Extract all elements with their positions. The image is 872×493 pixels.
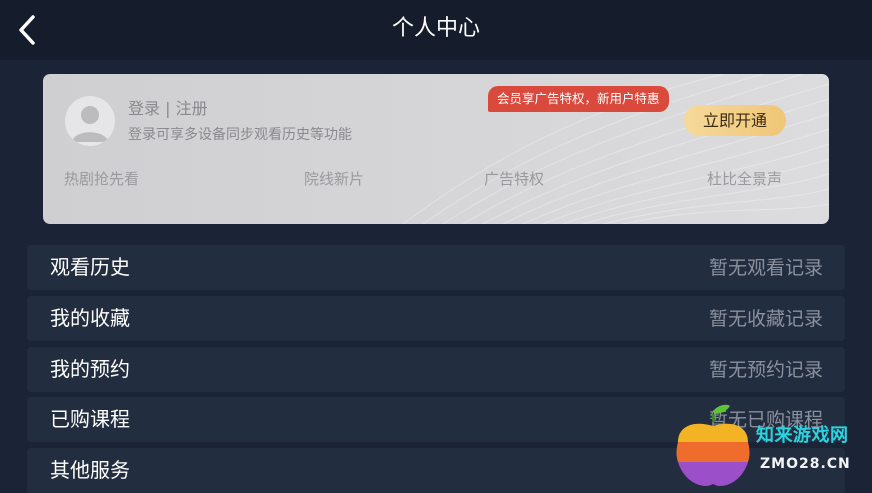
avatar[interactable] — [65, 96, 115, 146]
menu-item-label: 其他服务 — [50, 458, 130, 482]
vip-card[interactable]: 登录 | 注册 登录可享多设备同步观看历史等功能 会员享广告特权，新用户特惠 立… — [43, 74, 829, 224]
promo-badge: 会员享广告特权，新用户特惠 — [488, 86, 669, 112]
menu-item-reservations[interactable]: 我的预约 暂无预约记录 — [27, 347, 845, 392]
menu-item-label: 观看历史 — [50, 255, 130, 279]
login-description: 登录可享多设备同步观看历史等功能 — [128, 127, 352, 143]
site-watermark: 知来游戏网 ZMO28.CN — [670, 402, 872, 490]
menu-item-status: 暂无观看记录 — [708, 257, 823, 279]
user-silhouette-icon — [72, 106, 108, 142]
login-register-link[interactable]: 登录 | 注册 — [128, 98, 208, 120]
menu-item-label: 我的收藏 — [50, 306, 130, 330]
perk-item: 广告特权 — [484, 170, 545, 188]
card-background-pattern — [402, 74, 829, 224]
top-bar: 个人中心 — [0, 0, 872, 60]
menu-item-status: 暂无预约记录 — [708, 359, 823, 381]
menu-item-favorites[interactable]: 我的收藏 暂无收藏记录 — [27, 296, 845, 341]
open-vip-button[interactable]: 立即开通 — [684, 105, 786, 136]
menu-item-label: 已购课程 — [50, 407, 130, 431]
perk-item: 杜比全景声 — [707, 170, 783, 188]
perk-item: 热剧抢先看 — [64, 170, 140, 188]
menu-item-status: 暂无收藏记录 — [708, 308, 823, 330]
apple-logo-icon — [676, 404, 750, 486]
menu-item-label: 我的预约 — [50, 357, 130, 381]
page-title: 个人中心 — [391, 16, 480, 41]
watermark-title: 知来游戏网 — [756, 425, 849, 446]
watermark-url: ZMO28.CN — [760, 456, 851, 472]
perk-item: 院线新片 — [304, 170, 365, 188]
menu-item-watch-history[interactable]: 观看历史 暂无观看记录 — [27, 245, 845, 290]
